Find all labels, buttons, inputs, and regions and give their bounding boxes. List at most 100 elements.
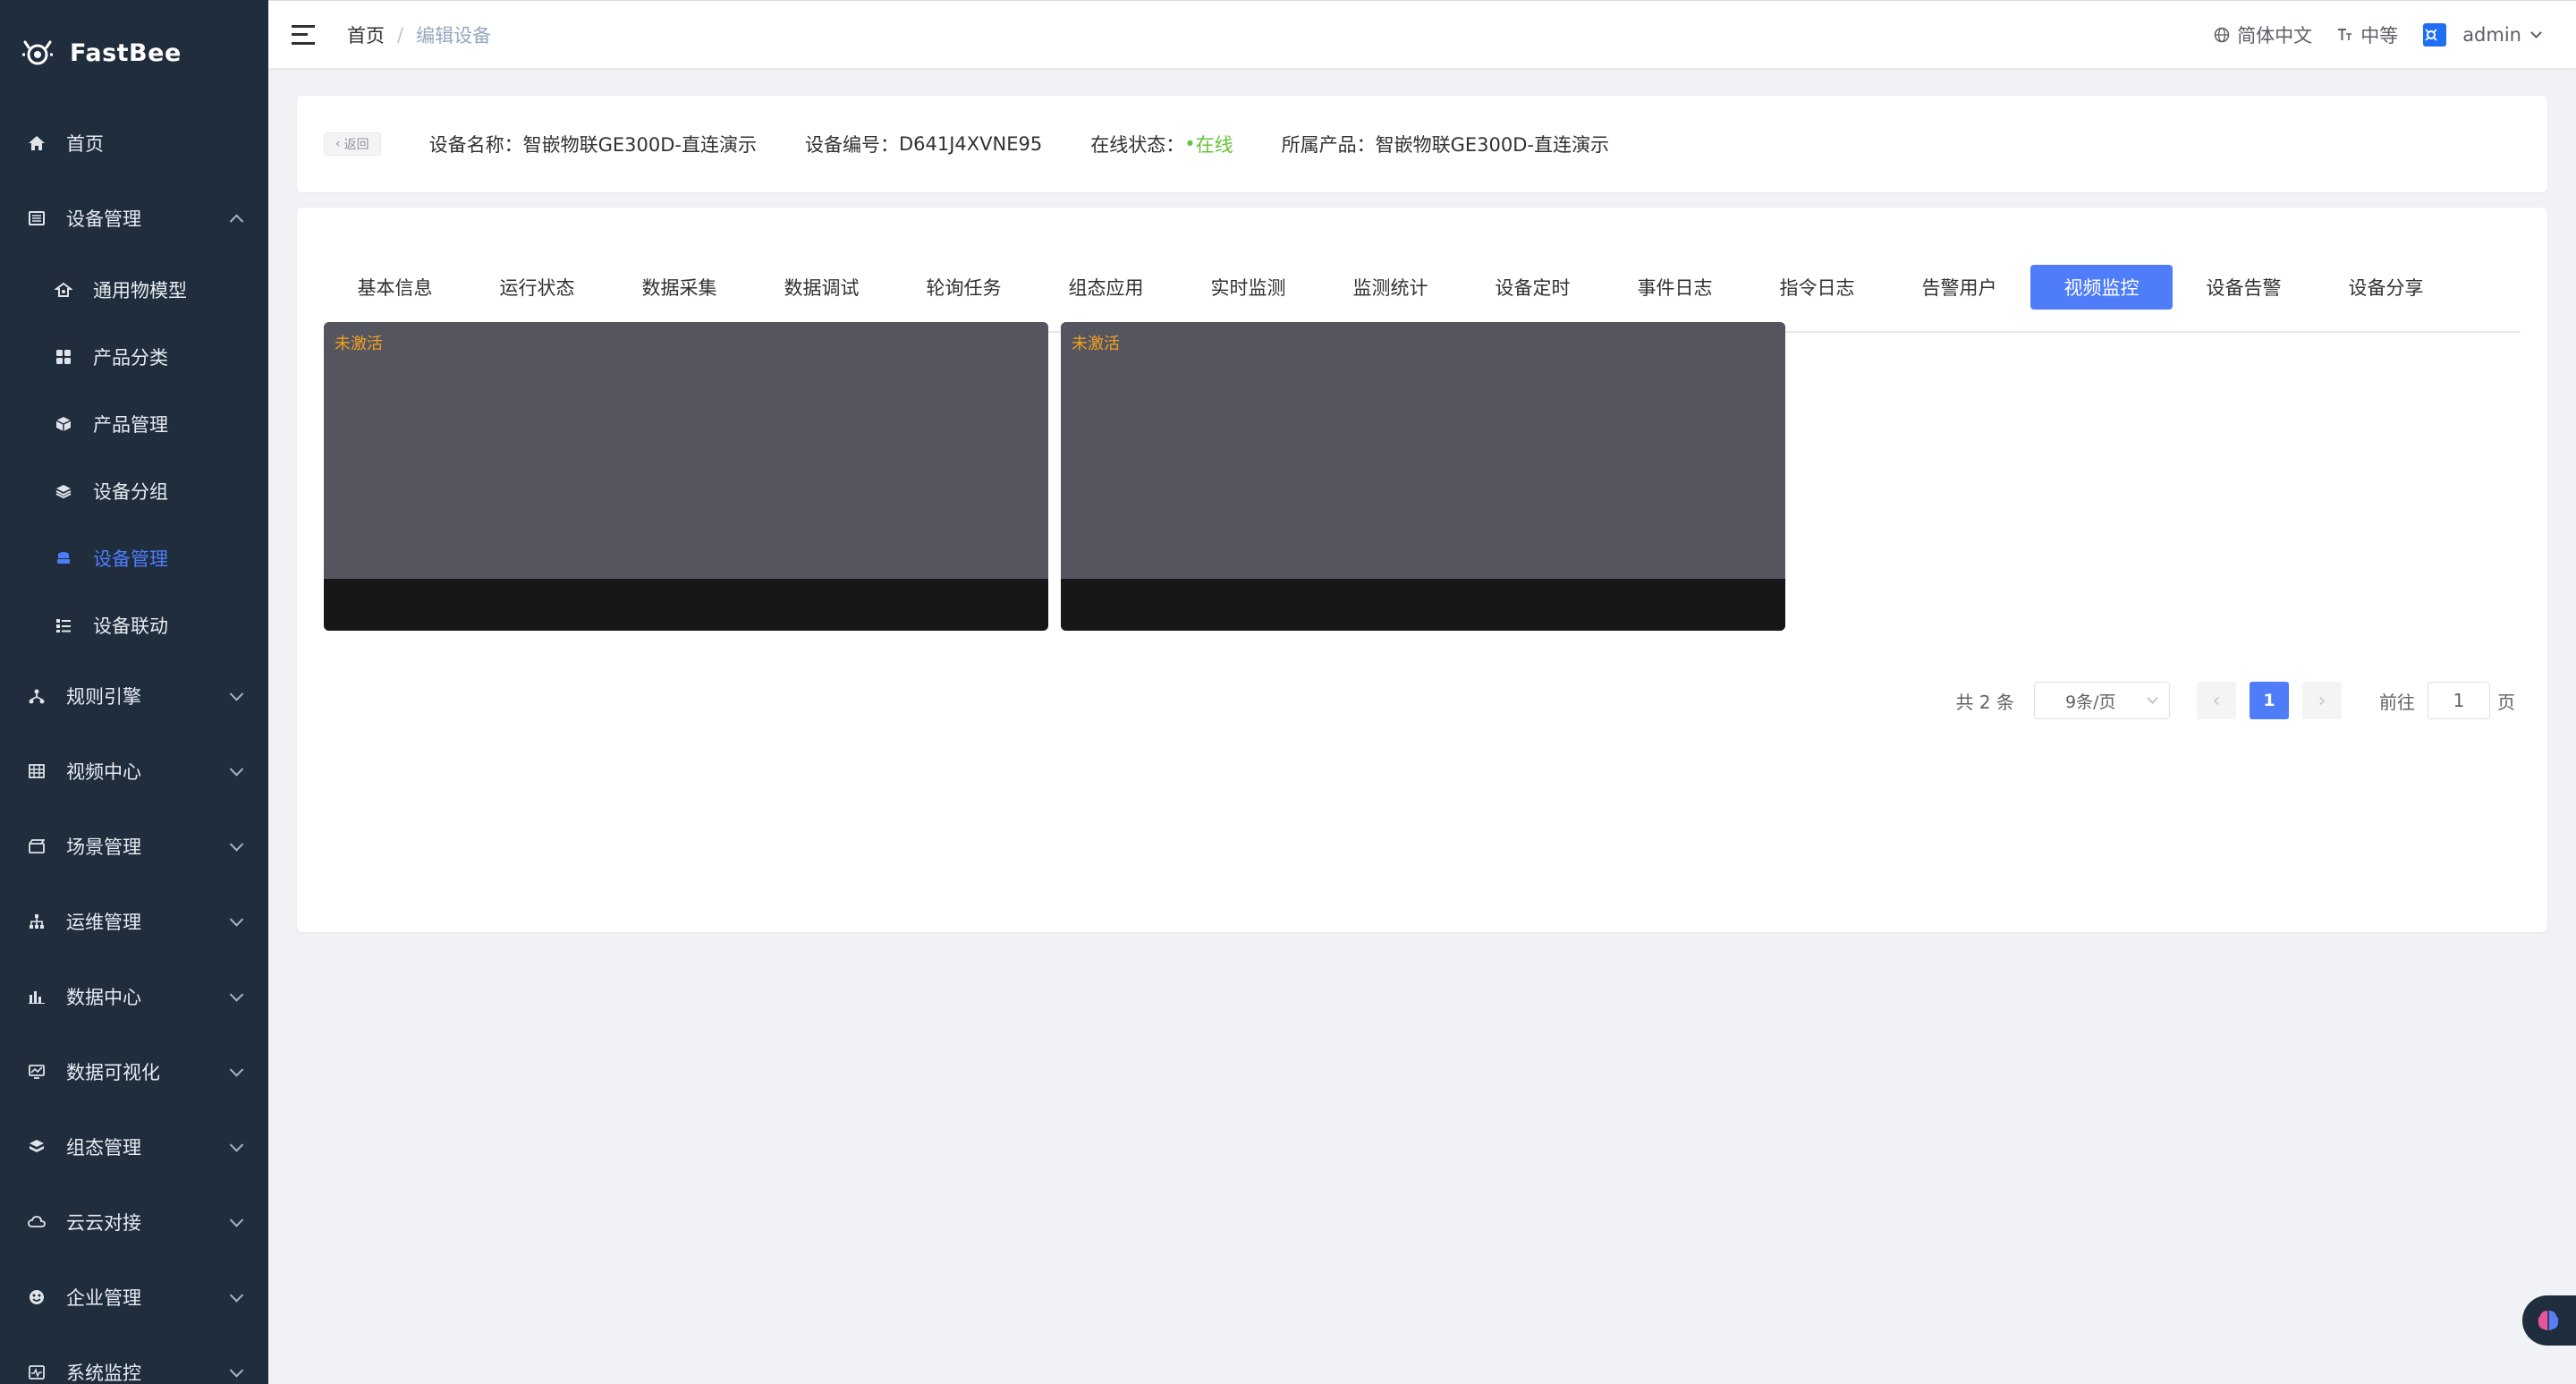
sidebar-item-data-visualization[interactable]: 数据可视化: [0, 1034, 268, 1109]
sidebar-item-home[interactable]: 首页: [0, 106, 268, 181]
sidebar-item-system-monitor[interactable]: 系统监控: [0, 1335, 268, 1384]
tab-data-collection[interactable]: 数据采集: [608, 265, 750, 310]
page-jumper: 前往 1 页: [2379, 682, 2515, 719]
sidebar-item-label: 设备联动: [93, 615, 168, 637]
sidebar-item-rule-engine[interactable]: 规则引擎: [0, 658, 268, 734]
main-content-card: 基本信息 运行状态 数据采集 数据调试 轮询任务 组态应用 实时监测 监测统计 …: [297, 208, 2547, 932]
ops-icon: [27, 912, 47, 931]
video-player[interactable]: 未激活: [324, 322, 1048, 631]
sidebar-item-ops-management[interactable]: 运维管理: [0, 884, 268, 959]
tab-running-status[interactable]: 运行状态: [466, 265, 608, 310]
sidebar-item-label: 组态管理: [66, 1137, 141, 1159]
back-button[interactable]: ‹ 返回: [324, 132, 381, 156]
tab-basic-info[interactable]: 基本信息: [324, 265, 466, 310]
online-dot: •: [1184, 133, 1196, 155]
sidebar-item-label: 设备分组: [93, 480, 168, 503]
chevron-down-icon: [229, 687, 244, 701]
sidebar-item-device-management[interactable]: 设备管理: [0, 181, 268, 256]
device-tabs: 基本信息 运行状态 数据采集 数据调试 轮询任务 组态应用 实时监测 监测统计 …: [324, 236, 2521, 333]
tab-monitor-stats[interactable]: 监测统计: [1319, 265, 1462, 310]
sidebar-item-label: 场景管理: [66, 836, 141, 858]
sidebar-item-device-group[interactable]: 设备分组: [0, 457, 268, 524]
chevron-down-icon: [229, 988, 244, 1002]
tab-device-timer[interactable]: 设备定时: [1462, 265, 1604, 310]
device-no-field: 设备编号： D641J4XVNE95: [805, 131, 1042, 157]
category-icon: [54, 347, 73, 367]
page-size-select[interactable]: 9条/页: [2034, 682, 2170, 719]
group-icon: [54, 481, 73, 501]
tab-video-monitor[interactable]: 视频监控: [2030, 265, 2173, 310]
sidebar-item-thing-model[interactable]: 通用物模型: [0, 256, 268, 323]
sidebar-item-video-center[interactable]: 视频中心: [0, 734, 268, 809]
app-logo[interactable]: FastBee: [0, 0, 268, 106]
linkage-icon: [54, 616, 73, 635]
video-player[interactable]: 未激活: [1061, 322, 1785, 631]
app-name: FastBee: [70, 38, 182, 67]
tab-device-alerts[interactable]: 设备告警: [2173, 265, 2315, 310]
video-screen: [324, 322, 1048, 579]
goto-page-input[interactable]: 1: [2428, 682, 2490, 719]
brain-icon: [2538, 1311, 2559, 1330]
sidebar-item-label: 产品分类: [93, 346, 168, 369]
sidebar-item-enterprise-management[interactable]: 企业管理: [0, 1260, 268, 1335]
online-status-label: 在线状态：: [1090, 134, 1185, 156]
tab-device-share[interactable]: 设备分享: [2315, 265, 2457, 310]
tab-alert-users[interactable]: 告警用户: [1888, 265, 2030, 310]
language-switch[interactable]: 简体中文: [2214, 21, 2312, 48]
sidebar-item-cloud-docking[interactable]: 云云对接: [0, 1184, 268, 1260]
device-no-label: 设备编号：: [804, 134, 899, 156]
chevron-up-icon: [229, 214, 244, 229]
assistant-float-button[interactable]: [2522, 1295, 2576, 1346]
online-status-field: 在线状态： • 在线: [1090, 131, 1233, 157]
sidebar-item-data-center[interactable]: 数据中心: [0, 959, 268, 1034]
tab-config-app[interactable]: 组态应用: [1035, 265, 1177, 310]
pagination: 共 2 条 9条/页 ‹ 1 › 前往 1 页: [1956, 682, 2515, 719]
chevron-left-icon: ‹: [335, 137, 341, 151]
page-number[interactable]: 1: [2250, 682, 2289, 719]
video-icon: [27, 761, 47, 781]
sidebar: FastBee 首页 设备管理 通用物模型 产品分类 产品管理 设备分组 设备管…: [0, 0, 268, 1384]
video-control-bar[interactable]: [1061, 579, 1785, 631]
model-icon: [54, 280, 73, 300]
tab-command-log[interactable]: 指令日志: [1746, 265, 1888, 310]
breadcrumb-separator: /: [397, 23, 404, 46]
sidebar-item-label: 云云对接: [66, 1212, 141, 1234]
sidebar-item-product-management[interactable]: 产品管理: [0, 390, 268, 457]
device-no-value: D641J4XVNE95: [898, 133, 1043, 155]
sidebar-item-product-category[interactable]: 产品分类: [0, 323, 268, 390]
device-manage-icon: [54, 548, 73, 568]
sidebar-item-label: 产品管理: [93, 413, 168, 436]
chevron-down-icon: [229, 1363, 244, 1378]
chevron-down-icon: [2530, 27, 2542, 38]
tab-event-log[interactable]: 事件日志: [1604, 265, 1746, 310]
sidebar-item-config-management[interactable]: 组态管理: [0, 1109, 268, 1184]
breadcrumb-home[interactable]: 首页: [347, 21, 385, 48]
sidebar-item-device-linkage[interactable]: 设备联动: [0, 591, 268, 658]
next-page-button[interactable]: ›: [2302, 682, 2342, 719]
prev-page-button[interactable]: ‹: [2197, 682, 2236, 719]
sidebar-item-label: 系统监控: [66, 1363, 141, 1384]
tab-data-debug[interactable]: 数据调试: [750, 265, 893, 310]
chevron-down-icon: [229, 913, 244, 927]
video-control-bar[interactable]: [324, 579, 1048, 631]
chevron-down-icon: [229, 837, 244, 852]
menu-toggle-icon[interactable]: [292, 24, 315, 45]
sidebar-item-scene-management[interactable]: 场景管理: [0, 809, 268, 884]
config-icon: [27, 1137, 47, 1157]
user-menu[interactable]: admin: [2423, 23, 2542, 47]
avatar: [2423, 23, 2447, 47]
font-size-switch[interactable]: 中等: [2337, 21, 2398, 48]
product-field: 所属产品： 智嵌物联GE300D-直连演示: [1282, 131, 1609, 157]
sidebar-item-label: 企业管理: [66, 1287, 141, 1309]
globe-icon: [2214, 27, 2230, 43]
chevron-down-icon: [229, 1138, 244, 1152]
page-size-value: 9条/页: [2065, 692, 2116, 712]
sidebar-item-device-manage[interactable]: 设备管理: [0, 524, 268, 591]
device-name-field: 设备名称： 智嵌物联GE300D-直连演示: [429, 131, 757, 157]
goto-suffix: 页: [2497, 691, 2515, 713]
tab-realtime-monitor[interactable]: 实时监测: [1177, 265, 1319, 310]
video-status: 未激活: [335, 335, 383, 353]
sidebar-item-label: 规则引擎: [66, 686, 141, 708]
sidebar-item-label: 设备管理: [66, 208, 141, 230]
tab-polling-task[interactable]: 轮询任务: [893, 265, 1035, 310]
